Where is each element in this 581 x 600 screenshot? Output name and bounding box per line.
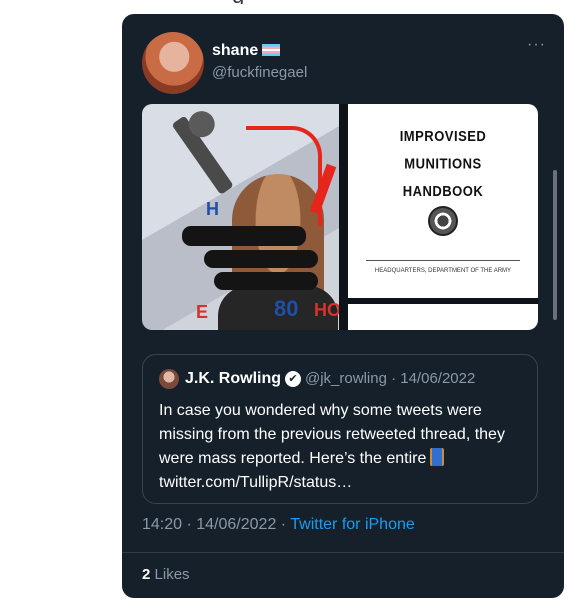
divider xyxy=(122,552,564,553)
media-photo[interactable]: H 80 E HO xyxy=(142,104,339,330)
more-options-icon[interactable]: ··· xyxy=(527,36,546,54)
source-link[interactable]: Twitter for iPhone xyxy=(290,516,415,533)
quoted-header: J.K. Rowling ✔ @jk_rowling · 14/06/2022 xyxy=(185,370,475,388)
user-avatar[interactable] xyxy=(142,32,204,94)
redaction-bar xyxy=(214,272,318,290)
microphone-icon xyxy=(171,106,234,196)
quoted-avatar xyxy=(159,369,179,389)
media-grid[interactable]: H 80 E HO IMPROVISED MUNITIONS HANDBOOK … xyxy=(142,104,538,330)
quoted-display-name: J.K. Rowling xyxy=(185,370,281,387)
photo-sign-text: E xyxy=(196,302,209,322)
thread-spool-icon xyxy=(430,448,445,466)
photo-sign-text: 80 xyxy=(274,296,299,321)
user-handle[interactable]: @fuckfinegael xyxy=(212,64,307,81)
scrollbar[interactable] xyxy=(553,170,557,320)
likes-count[interactable]: 2 Likes xyxy=(142,566,190,583)
likes-number[interactable]: 2 xyxy=(142,566,150,583)
top-cut-text: g xyxy=(232,0,462,4)
redaction-bar xyxy=(204,250,318,268)
quoted-meta: @jk_rowling · 14/06/2022 xyxy=(305,370,476,387)
tweet-timestamp: 14:20 · 14/06/2022 · Twitter for iPhone xyxy=(142,516,415,534)
verified-badge-icon: ✔ xyxy=(285,371,301,387)
media-image-4[interactable] xyxy=(348,304,538,330)
quoted-text: In case you wondered why some tweets wer… xyxy=(159,399,529,495)
likes-label[interactable]: Likes xyxy=(155,566,190,583)
photo-sign-text: H xyxy=(206,199,219,219)
display-name-text[interactable]: shane xyxy=(212,42,258,59)
trans-flag-icon xyxy=(262,44,281,56)
photo-sign-text: HO xyxy=(314,300,339,320)
book-publisher: HEADQUARTERS, DEPARTMENT OF THE ARMY xyxy=(374,268,512,274)
redaction-bar xyxy=(182,226,306,246)
quoted-tweet[interactable]: J.K. Rowling ✔ @jk_rowling · 14/06/2022 In… xyxy=(142,354,538,504)
quoted-link[interactable]: twitter.com/TullipR/status… xyxy=(159,474,352,491)
quoted-body: In case you wondered why some tweets wer… xyxy=(159,402,505,467)
tweet-card[interactable]: shane @fuckfinegael ··· H 80 E HO IMPROV… xyxy=(122,14,564,598)
display-name[interactable]: shane xyxy=(212,42,281,60)
book-divider xyxy=(366,260,520,261)
media-book-cover[interactable]: IMPROVISED MUNITIONS HANDBOOK HEADQUARTE… xyxy=(348,104,538,298)
timestamp-text: 14:20 · 14/06/2022 · xyxy=(142,516,291,533)
army-seal-icon xyxy=(428,206,458,236)
book-title: IMPROVISED MUNITIONS HANDBOOK xyxy=(399,127,487,200)
